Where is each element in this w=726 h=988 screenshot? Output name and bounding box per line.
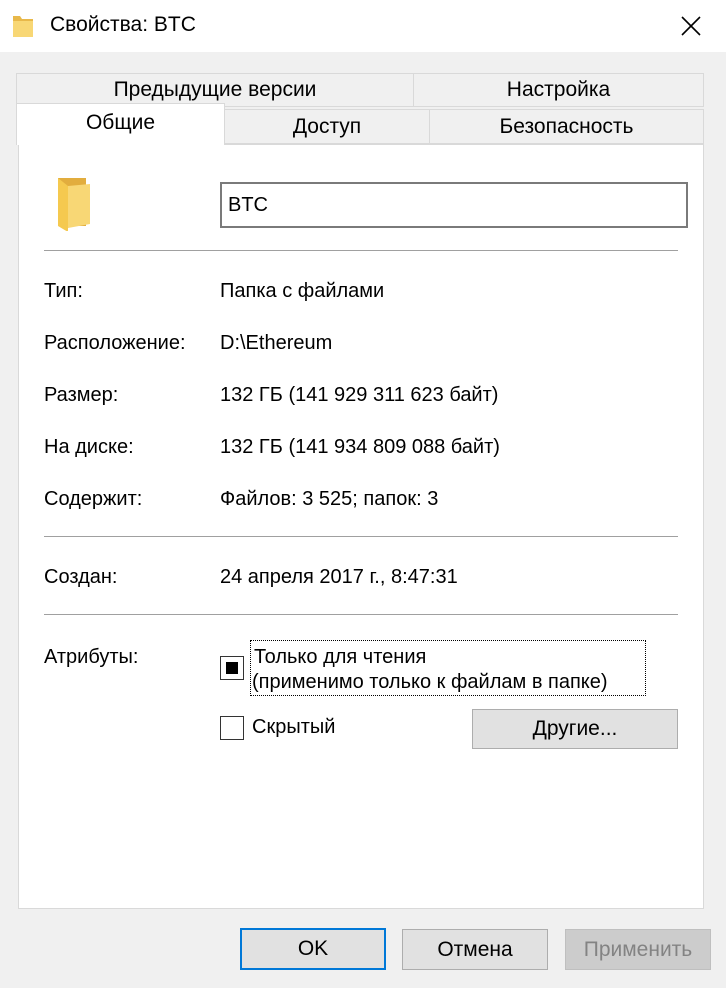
apply-button[interactable]: Применить — [565, 929, 711, 970]
tab-general[interactable]: Общие — [16, 103, 225, 145]
type-label: Тип: — [44, 280, 83, 302]
created-label: Создан: — [44, 566, 118, 588]
readonly-label-line2: (применимо только к файлам в папке) — [252, 671, 608, 693]
tab-label: Безопасность — [499, 115, 634, 138]
tab-label: Доступ — [292, 115, 362, 138]
tab-security[interactable]: Безопасность — [429, 109, 704, 144]
cancel-button-label: Отмена — [437, 938, 513, 961]
type-value: Папка с файлами — [220, 280, 385, 302]
readonly-label-line1: Только для чтения — [254, 646, 427, 668]
contains-label: Содержит: — [44, 488, 143, 510]
size-on-disk-value: 132 ГБ (141 934 809 088 байт) — [220, 436, 500, 458]
ok-button[interactable]: OK — [240, 928, 386, 970]
size-on-disk-label: На диске: — [44, 436, 134, 458]
ok-button-label: OK — [297, 937, 329, 960]
folder-icon — [58, 178, 90, 231]
title-bar: Свойства: BTC — [0, 0, 726, 52]
folder-icon — [13, 16, 33, 37]
divider — [44, 614, 678, 615]
tab-sharing[interactable]: Доступ — [224, 109, 430, 144]
advanced-button[interactable]: Другие... — [472, 709, 678, 749]
size-value: 132 ГБ (141 929 311 623 байт) — [220, 384, 499, 406]
tab-customize[interactable]: Настройка — [413, 73, 704, 107]
tab-label: Предыдущие версии — [113, 78, 317, 101]
tab-panel-general — [18, 144, 704, 909]
apply-button-label: Применить — [583, 938, 693, 961]
location-label: Расположение: — [44, 332, 186, 354]
window-title: Свойства: BTC — [50, 13, 196, 36]
attributes-label: Атрибуты: — [44, 646, 139, 668]
divider — [44, 250, 678, 251]
cancel-button[interactable]: Отмена — [402, 929, 548, 970]
tab-label: Общие — [85, 111, 156, 134]
close-button[interactable] — [656, 0, 726, 52]
location-value: D:\Ethereum — [220, 332, 333, 354]
created-value: 24 апреля 2017 г., 8:47:31 — [220, 566, 458, 588]
close-icon — [681, 16, 701, 36]
hidden-label: Скрытый — [252, 716, 336, 738]
tab-label: Настройка — [506, 78, 611, 101]
contains-value: Файлов: 3 525; папок: 3 — [220, 488, 439, 510]
indeterminate-mark — [226, 662, 238, 674]
size-label: Размер: — [44, 384, 119, 406]
readonly-checkbox[interactable] — [220, 656, 244, 680]
advanced-button-label: Другие... — [532, 717, 618, 740]
folder-name-input[interactable] — [220, 182, 688, 228]
tab-previous-versions[interactable]: Предыдущие версии — [16, 73, 414, 107]
hidden-checkbox[interactable] — [220, 716, 244, 740]
divider — [44, 536, 678, 537]
